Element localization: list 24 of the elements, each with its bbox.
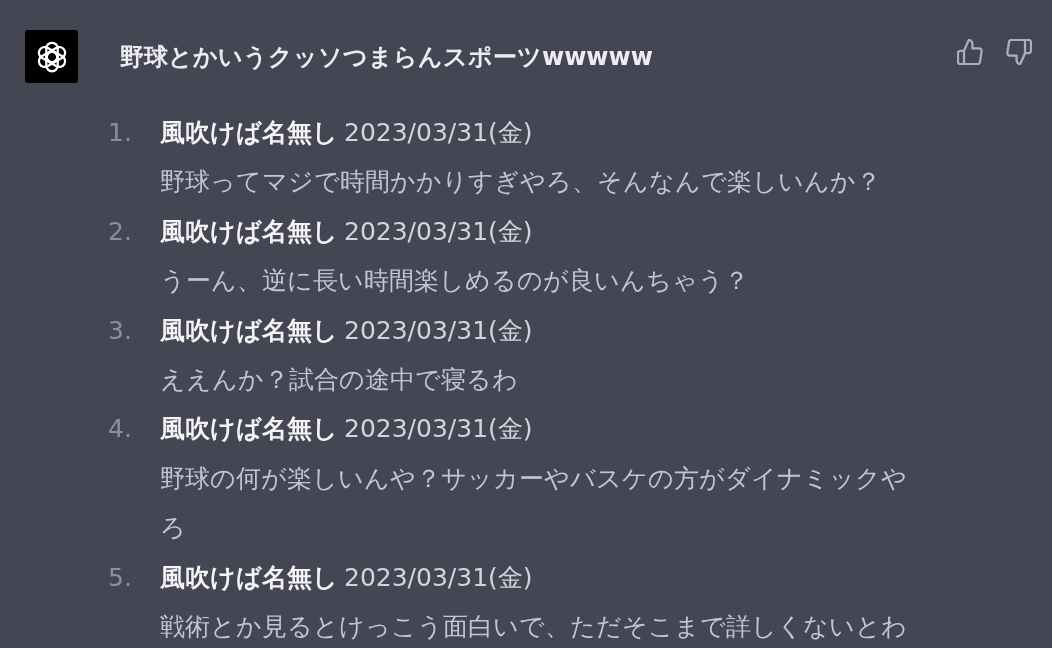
list-number: 2.	[108, 216, 132, 246]
post-date: 2023/03/31(金)	[344, 562, 533, 592]
poster-name: 風吹けば名無し	[160, 216, 338, 246]
list-number: 1.	[108, 118, 132, 147]
poster-name: 風吹けば名無し	[160, 118, 338, 147]
poster-name: 風吹けば名無し	[160, 315, 338, 345]
thumbs-down-icon[interactable]	[1006, 39, 1032, 65]
message-title: 野球とかいうクッソつまらんスポーツwwwww	[120, 41, 654, 73]
post-date: 2023/03/31(金)	[344, 118, 533, 147]
list-number: 5.	[108, 562, 132, 592]
post-text: 戦術とか見るとけっこう面白いで、ただそこまで詳しくないとわ	[160, 612, 907, 642]
list-number: 3.	[108, 315, 132, 345]
post-text: 野球ってマジで時間かかりすぎやろ、そんなんで楽しいんか？	[160, 167, 881, 197]
list-number: 4.	[108, 414, 132, 444]
post-text: ええんか？試合の途中で寝るわ	[160, 365, 518, 395]
post-text: うーん、逆に長い時間楽しめるのが良いんちゃう？	[160, 266, 749, 296]
post-text: 野球の何が楽しいんや？サッカーやバスケの方がダイナミックやろ	[160, 463, 907, 543]
poster-name: 風吹けば名無し	[160, 414, 338, 444]
post-date: 2023/03/31(金)	[344, 315, 533, 345]
poster-name: 風吹けば名無し	[160, 562, 338, 592]
post-date: 2023/03/31(金)	[344, 414, 533, 444]
post-date: 2023/03/31(金)	[344, 216, 533, 246]
logo-icon	[25, 30, 78, 83]
thumbs-up-icon[interactable]	[957, 39, 983, 65]
